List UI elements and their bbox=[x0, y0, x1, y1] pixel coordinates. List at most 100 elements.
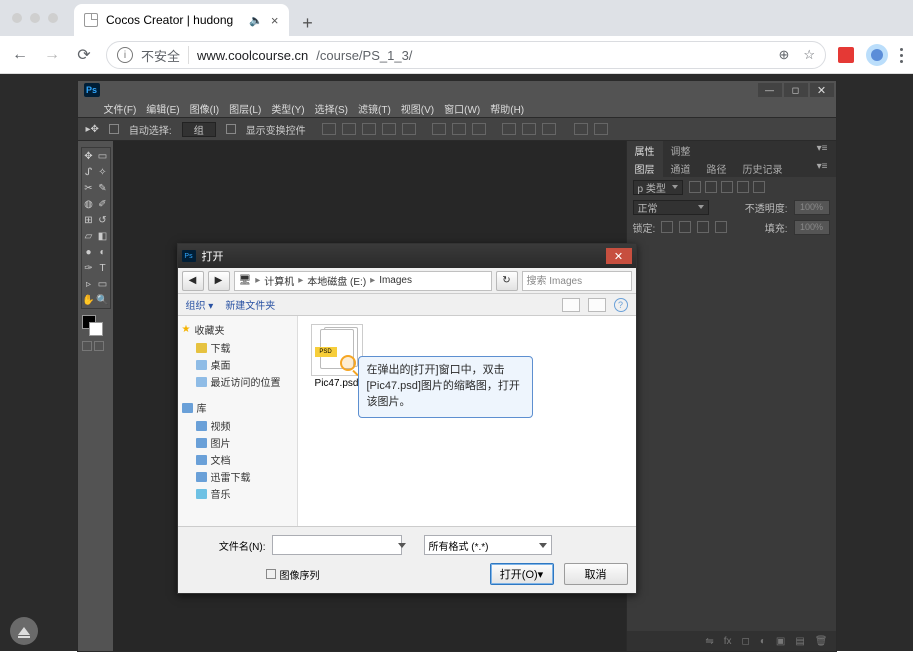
align-icon[interactable] bbox=[322, 123, 336, 135]
align-icon[interactable] bbox=[382, 123, 396, 135]
history-brush-icon[interactable]: ↺ bbox=[96, 212, 110, 228]
sidebar-item-video[interactable]: 视频 bbox=[182, 417, 293, 434]
hand-tool-icon[interactable]: ✋ bbox=[82, 292, 96, 308]
sidebar-item-desktop[interactable]: 桌面 bbox=[182, 356, 293, 373]
eyedropper-tool-icon[interactable]: ✎ bbox=[96, 180, 110, 196]
sidebar-item-recent[interactable]: 最近访问的位置 bbox=[182, 373, 293, 390]
menu-window[interactable]: 窗口(W) bbox=[444, 101, 480, 116]
gradient-tool-icon[interactable]: ◧ bbox=[96, 228, 110, 244]
screen-mode-icon[interactable] bbox=[82, 341, 92, 351]
file-list[interactable]: PSD Pic47.psd 在弹出的[打开]窗口中，双击[Pic47.psd]图… bbox=[298, 316, 636, 526]
layer-style-icon[interactable]: fx bbox=[724, 636, 732, 647]
window-minimize-button[interactable]: — bbox=[758, 83, 782, 97]
distribute-icon[interactable] bbox=[472, 123, 486, 135]
filter-smart-icon[interactable] bbox=[753, 181, 765, 193]
tab-channels[interactable]: 通道 bbox=[663, 159, 699, 177]
quick-mask-icon[interactable] bbox=[94, 341, 104, 351]
refresh-button[interactable]: ↻ bbox=[496, 271, 518, 291]
opacity-input[interactable]: 100% bbox=[794, 200, 830, 215]
link-layers-icon[interactable]: ⇋ bbox=[705, 636, 713, 647]
sidebar-item-docs[interactable]: 文档 bbox=[182, 451, 293, 468]
browser-tab[interactable]: Cocos Creator | hudong 🔈 × bbox=[74, 4, 289, 36]
tab-paths[interactable]: 路径 bbox=[699, 159, 735, 177]
tab-history[interactable]: 历史记录 bbox=[735, 159, 791, 177]
address-bar[interactable]: i 不安全 www.coolcourse.cn/course/PS_1_3/ ⊕… bbox=[106, 41, 826, 69]
fill-input[interactable]: 100% bbox=[794, 220, 830, 235]
image-sequence-checkbox[interactable]: 图像序列 bbox=[266, 567, 320, 582]
group-layers-icon[interactable]: ▣ bbox=[776, 636, 785, 647]
filter-adjust-icon[interactable] bbox=[705, 181, 717, 193]
tab-audio-icon[interactable]: 🔈 bbox=[249, 14, 263, 27]
arrange-icon[interactable] bbox=[502, 123, 516, 135]
sidebar-item-picture[interactable]: 图片 bbox=[182, 434, 293, 451]
extension-icon[interactable] bbox=[838, 47, 854, 63]
window-maximize-button[interactable]: ◻ bbox=[784, 83, 808, 97]
menu-filter[interactable]: 滤镜(T) bbox=[358, 101, 391, 116]
sidebar-item-music[interactable]: 音乐 bbox=[182, 485, 293, 502]
filter-image-icon[interactable] bbox=[689, 181, 701, 193]
tab-layers[interactable]: 图层 bbox=[627, 159, 663, 177]
reload-button[interactable]: ⟳ bbox=[74, 45, 94, 65]
new-layer-icon[interactable]: ▤ bbox=[795, 636, 804, 647]
filter-shape-icon[interactable] bbox=[737, 181, 749, 193]
distribute-icon[interactable] bbox=[452, 123, 466, 135]
shape-tool-icon[interactable]: ▭ bbox=[96, 276, 110, 292]
crumb-computer[interactable]: 计算机 bbox=[264, 273, 294, 288]
path-tool-icon[interactable]: ▹ bbox=[82, 276, 96, 292]
eject-icon[interactable] bbox=[10, 617, 38, 645]
marquee-tool-icon[interactable]: ▭ bbox=[96, 148, 110, 164]
auto-select-checkbox[interactable] bbox=[109, 124, 119, 134]
pen-tool-icon[interactable]: ✑ bbox=[82, 260, 96, 276]
move-tool-icon[interactable]: ✥ bbox=[82, 148, 96, 164]
view-mode-button[interactable] bbox=[562, 298, 580, 312]
lock-all-icon[interactable] bbox=[715, 221, 727, 233]
search-input[interactable]: 搜索 Images bbox=[522, 271, 632, 291]
profile-avatar[interactable] bbox=[866, 44, 888, 66]
color-swatches[interactable] bbox=[82, 315, 106, 337]
align-icon[interactable] bbox=[402, 123, 416, 135]
browser-menu-icon[interactable] bbox=[900, 48, 903, 63]
tab-close-icon[interactable]: × bbox=[271, 13, 279, 28]
zoom-tool-icon[interactable]: 🔍 bbox=[96, 292, 110, 308]
site-info-icon[interactable]: i bbox=[117, 47, 133, 63]
bookmark-icon[interactable]: ☆ bbox=[803, 47, 815, 63]
move-tool-icon[interactable]: ▸✥ bbox=[86, 124, 99, 135]
layer-mask-icon[interactable]: ◻ bbox=[742, 636, 750, 647]
crumb-folder[interactable]: Images bbox=[379, 275, 412, 286]
arrange-icon[interactable] bbox=[522, 123, 536, 135]
delete-layer-icon[interactable]: 🗑 bbox=[815, 636, 828, 647]
menu-help[interactable]: 帮助(H) bbox=[490, 101, 524, 116]
wand-tool-icon[interactable]: ✧ bbox=[96, 164, 110, 180]
filetype-select[interactable]: 所有格式 (*.*) bbox=[424, 535, 552, 555]
menu-edit[interactable]: 编辑(E) bbox=[146, 101, 179, 116]
eraser-tool-icon[interactable]: ▱ bbox=[82, 228, 96, 244]
tab-properties[interactable]: 属性 bbox=[627, 141, 663, 159]
align-icon[interactable] bbox=[362, 123, 376, 135]
menu-image[interactable]: 图像(I) bbox=[190, 101, 219, 116]
heal-tool-icon[interactable]: ◍ bbox=[82, 196, 96, 212]
nav-back-button[interactable]: ◀ bbox=[182, 271, 204, 291]
auto-select-dropdown[interactable]: 组 bbox=[182, 122, 216, 137]
mode-icon[interactable] bbox=[594, 123, 608, 135]
lasso-tool-icon[interactable]: ᔑ bbox=[82, 164, 96, 180]
organize-button[interactable]: 组织 ▾ bbox=[186, 297, 214, 312]
menu-file[interactable]: 文件(F) bbox=[104, 101, 137, 116]
type-tool-icon[interactable]: T bbox=[96, 260, 110, 276]
cancel-button[interactable]: 取消 bbox=[564, 563, 628, 585]
panel-menu-icon[interactable]: ▾≡ bbox=[809, 141, 836, 159]
arrange-icon[interactable] bbox=[542, 123, 556, 135]
window-close-button[interactable]: ✕ bbox=[810, 83, 834, 97]
mode-icon[interactable] bbox=[574, 123, 588, 135]
layer-kind-select[interactable]: p 类型 bbox=[633, 180, 683, 195]
new-tab-button[interactable]: + bbox=[295, 10, 321, 36]
new-folder-button[interactable]: 新建文件夹 bbox=[225, 297, 275, 312]
open-button[interactable]: 打开(O) ▾ bbox=[490, 563, 554, 585]
menu-layer[interactable]: 图层(L) bbox=[229, 101, 261, 116]
help-icon[interactable]: ? bbox=[614, 298, 628, 312]
align-icon[interactable] bbox=[342, 123, 356, 135]
lock-pos-icon[interactable] bbox=[697, 221, 709, 233]
menu-type[interactable]: 类型(Y) bbox=[271, 101, 304, 116]
search-in-page-icon[interactable]: ⊕ bbox=[778, 47, 789, 63]
lock-trans-icon[interactable] bbox=[661, 221, 673, 233]
tab-adjust[interactable]: 调整 bbox=[663, 141, 699, 159]
